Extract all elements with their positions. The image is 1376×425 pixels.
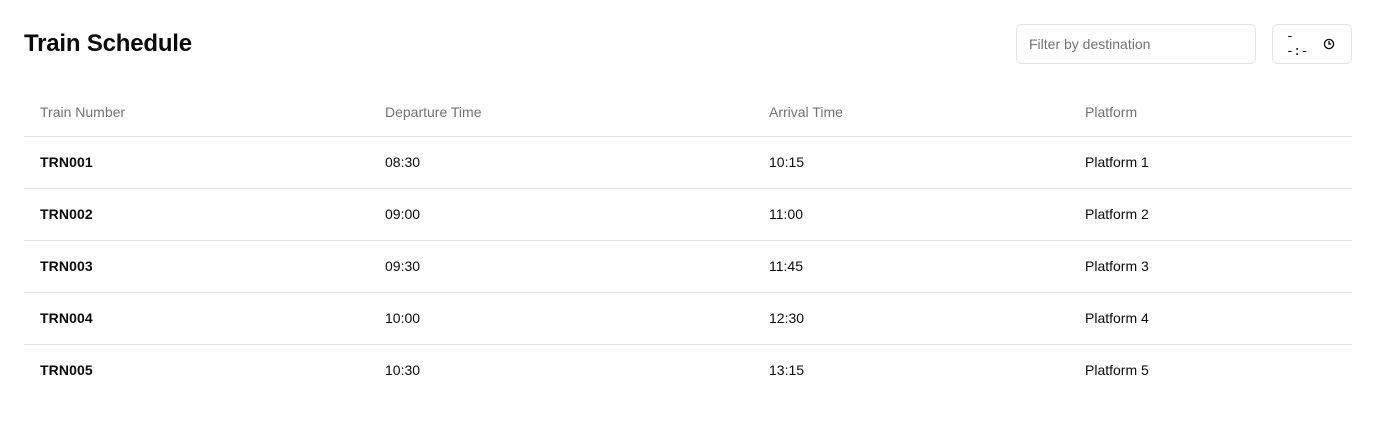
train-number-cell: TRN003 (40, 258, 93, 274)
train-schedule-page: Train Schedule --:- Train Number Departu… (24, 0, 1352, 396)
arrival-time-cell: 11:45 (769, 258, 803, 274)
schedule-table: Train Number Departure Time Arrival Time… (24, 88, 1352, 396)
departure-time-cell: 08:30 (385, 154, 421, 170)
platform-cell: Platform 4 (1085, 310, 1149, 326)
column-header-train-number[interactable]: Train Number (24, 88, 369, 136)
filter-controls: --:- (1016, 24, 1352, 64)
train-number-cell: TRN001 (40, 154, 93, 170)
platform-cell: Platform 2 (1085, 206, 1149, 222)
departure-time-cell: 10:00 (385, 310, 421, 326)
time-filter-input[interactable]: --:- (1272, 24, 1352, 64)
arrival-time-cell: 12:30 (769, 310, 805, 326)
table-row[interactable]: TRN002 09:00 11:00 Platform 2 (24, 188, 1352, 240)
platform-cell: Platform 5 (1085, 362, 1149, 379)
departure-time-cell: 09:30 (385, 258, 421, 274)
train-number-cell: TRN005 (40, 362, 93, 379)
destination-filter-input[interactable] (1016, 24, 1256, 64)
table-header-row: Train Number Departure Time Arrival Time… (24, 88, 1352, 136)
table-row[interactable]: TRN005 10:30 13:15 Platform 5 (24, 344, 1352, 396)
column-header-platform[interactable]: Platform (1069, 88, 1352, 136)
departure-time-cell: 10:30 (385, 362, 421, 379)
table-row[interactable]: TRN004 10:00 12:30 Platform 4 (24, 292, 1352, 344)
page-header: Train Schedule --:- (24, 0, 1352, 88)
column-header-arrival-time[interactable]: Arrival Time (753, 88, 1069, 136)
arrival-time-cell: 13:15 (769, 362, 805, 379)
table-row[interactable]: TRN003 09:30 11:45 Platform 3 (24, 240, 1352, 292)
platform-cell: Platform 1 (1085, 154, 1149, 170)
page-title: Train Schedule (24, 30, 192, 57)
departure-time-cell: 09:00 (385, 206, 421, 222)
platform-cell: Platform 3 (1085, 258, 1149, 274)
clock-icon[interactable] (1322, 37, 1336, 51)
column-header-departure-time[interactable]: Departure Time (369, 88, 753, 136)
arrival-time-cell: 10:15 (769, 154, 805, 170)
time-filter-value: --:- (1286, 29, 1308, 59)
arrival-time-cell: 11:00 (769, 206, 803, 222)
train-number-cell: TRN004 (40, 310, 93, 326)
table-row[interactable]: TRN001 08:30 10:15 Platform 1 (24, 136, 1352, 188)
train-number-cell: TRN002 (40, 206, 93, 222)
